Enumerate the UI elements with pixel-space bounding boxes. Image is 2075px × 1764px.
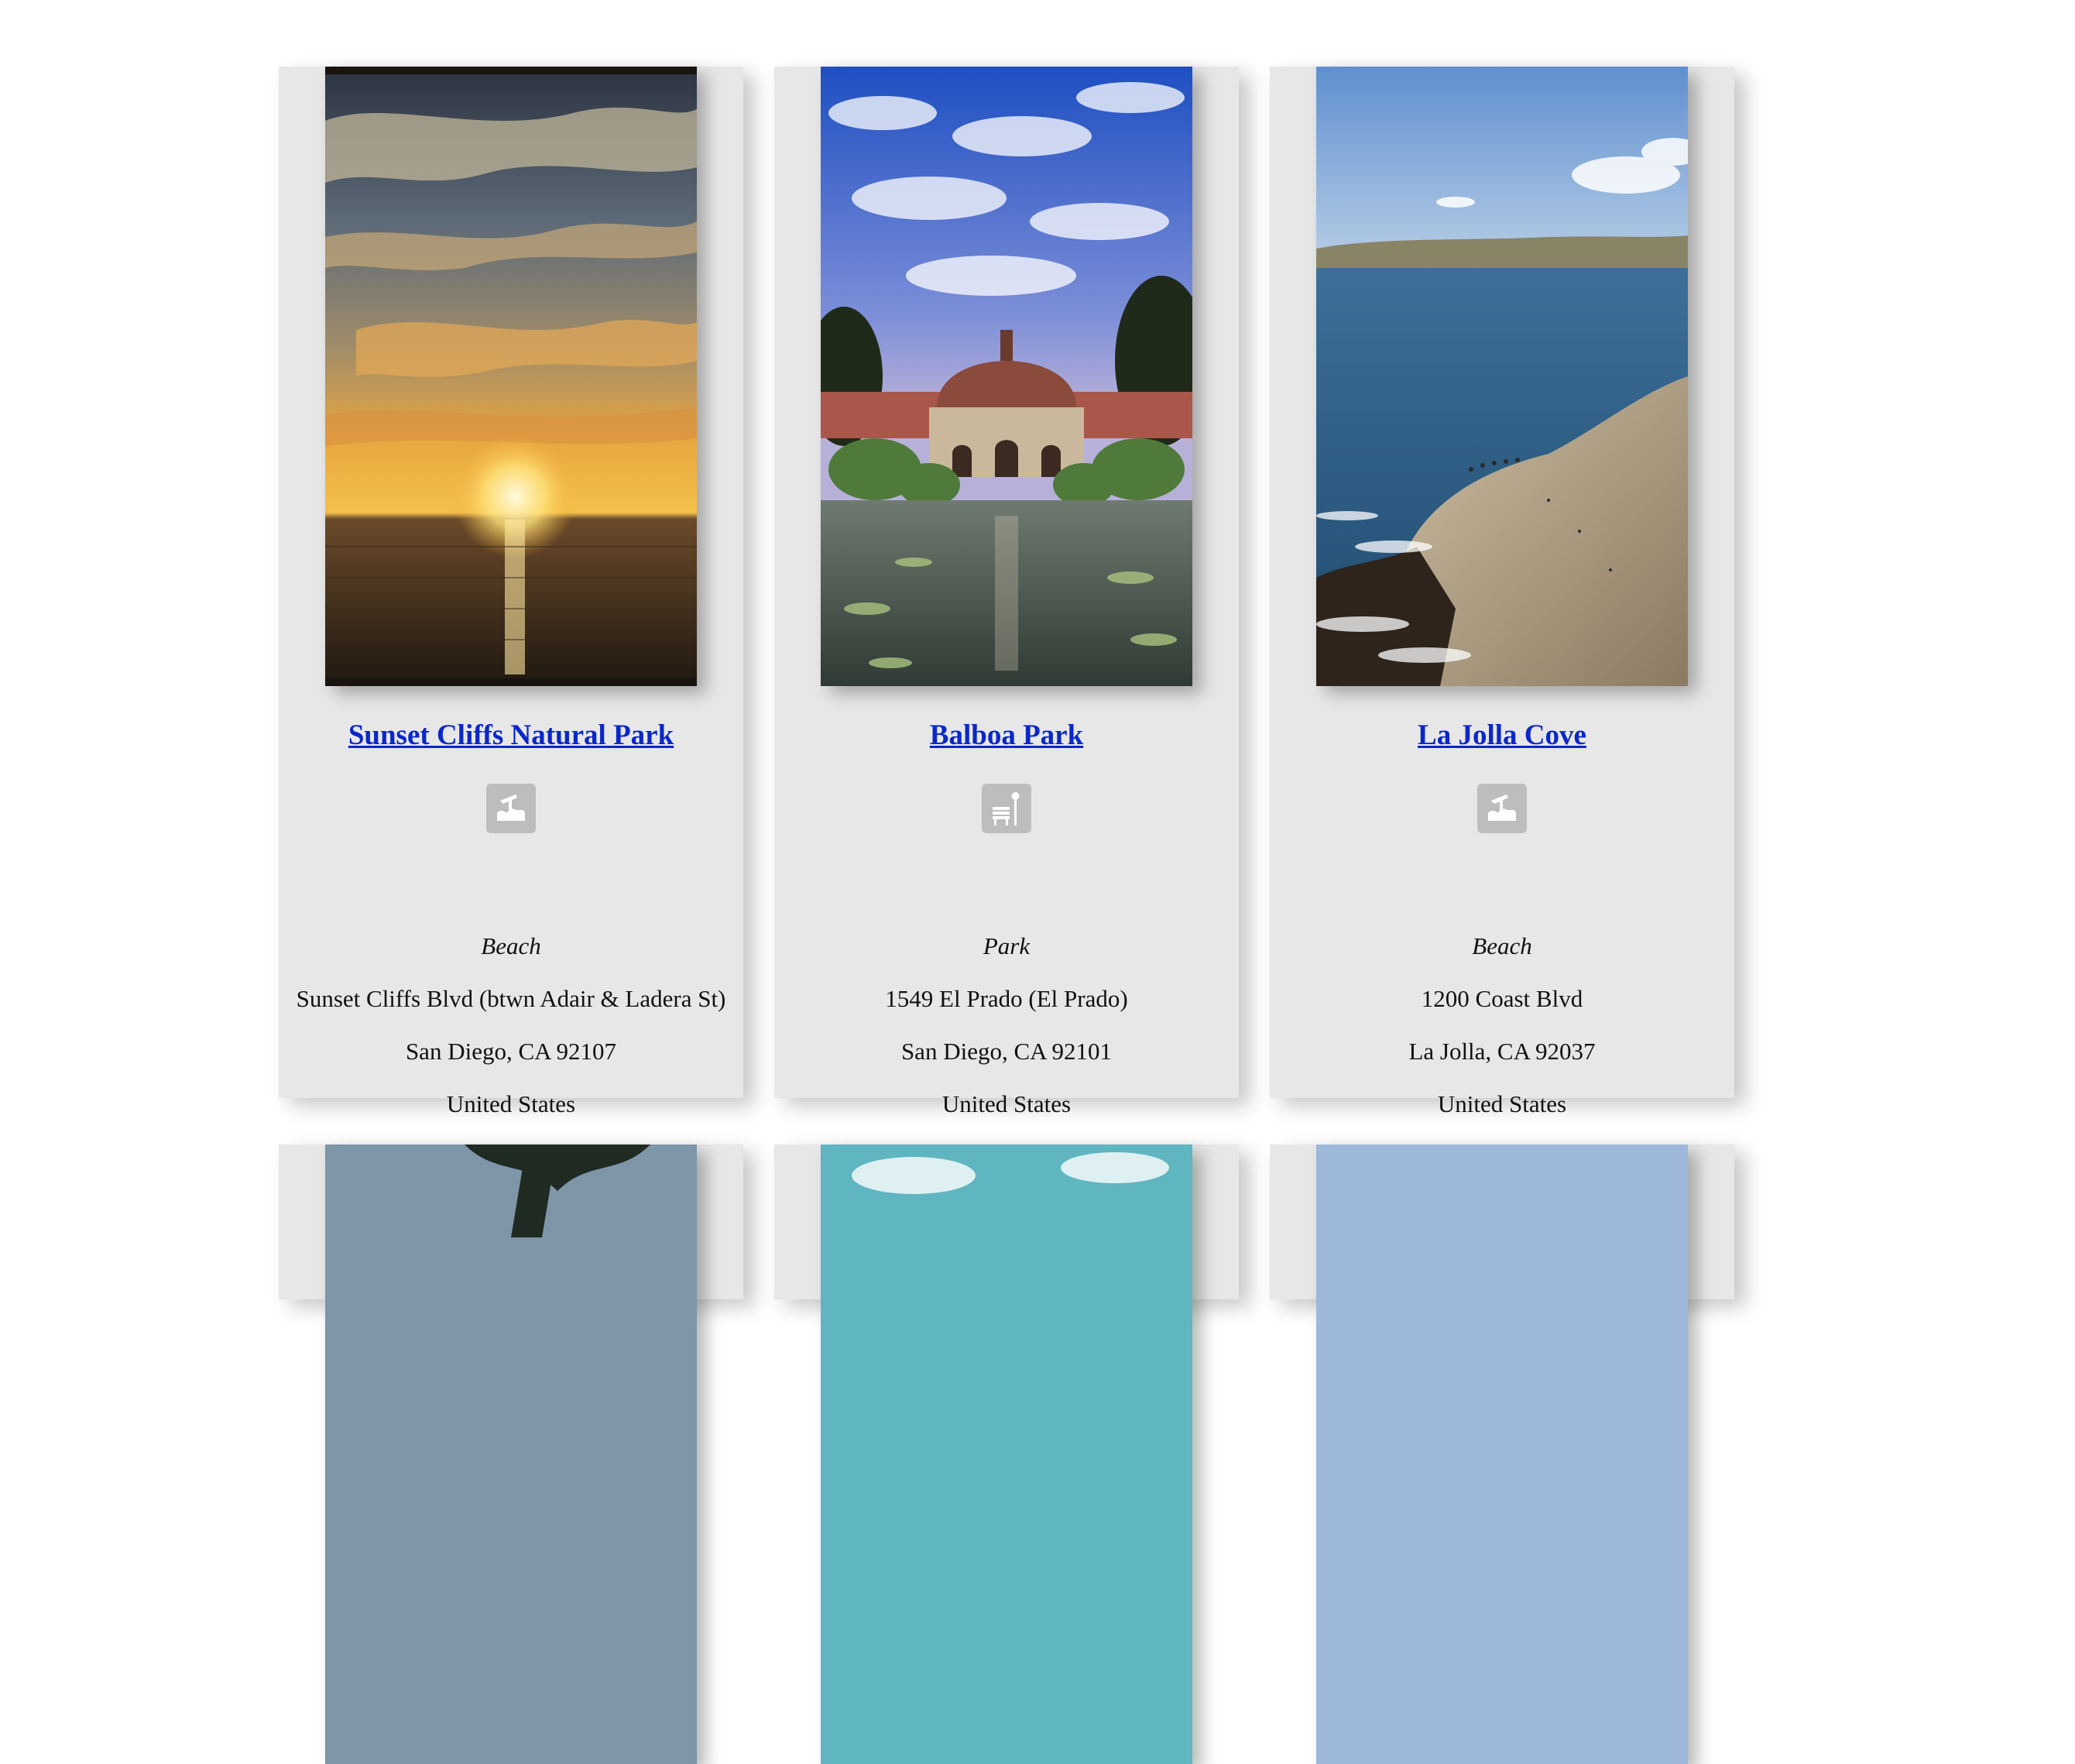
address-city: San Diego, CA 92107 xyxy=(405,1038,617,1065)
place-category: Park xyxy=(983,932,1031,959)
botanical-building-photo-image xyxy=(821,67,1192,686)
address-street: Sunset Cliffs Blvd (btwn Adair & Ladera … xyxy=(296,985,726,1012)
place-photo[interactable] xyxy=(1316,67,1688,686)
beach-icon xyxy=(1477,784,1527,833)
place-card: Balboa Park Park 1549 El Prado (El Prado… xyxy=(774,67,1239,1117)
place-name-link[interactable]: Sunset Cliffs Natural Park xyxy=(279,719,743,752)
blue-sky-photo-image xyxy=(1316,1145,1688,1764)
place-card: Sunset Cliffs Natural Park Beach Sunset … xyxy=(279,67,743,1117)
place-card xyxy=(774,1145,1239,1764)
place-photo[interactable] xyxy=(821,1145,1192,1764)
place-card: La Jolla Cove Beach 1200 Coast Blvd La J… xyxy=(1270,67,1734,1117)
address-city: San Diego, CA 92101 xyxy=(900,1038,1113,1065)
place-name-link[interactable]: Balboa Park xyxy=(774,719,1239,752)
place-photo[interactable] xyxy=(821,67,1192,686)
address-country: United States xyxy=(1437,1090,1567,1117)
address-city: La Jolla, CA 92037 xyxy=(1408,1038,1596,1065)
place-name-link[interactable]: La Jolla Cove xyxy=(1270,719,1734,752)
place-card xyxy=(279,1145,743,1764)
address-country: United States xyxy=(446,1090,576,1117)
palm-tree-photo-image xyxy=(325,1145,697,1764)
place-category: Beach xyxy=(481,932,541,959)
park-bench-icon xyxy=(982,784,1031,833)
place-photo[interactable] xyxy=(325,1145,697,1764)
address-street: 1200 Coast Blvd xyxy=(1421,985,1583,1012)
place-category: Beach xyxy=(1472,932,1532,959)
place-photo[interactable] xyxy=(325,67,697,686)
coastal-cliffs-photo-image xyxy=(1316,67,1688,686)
sunset-photo-image xyxy=(325,67,697,686)
place-card xyxy=(1270,1145,1734,1764)
place-photo[interactable] xyxy=(1316,1145,1688,1764)
address-country: United States xyxy=(941,1090,1072,1117)
address-street: 1549 El Prado (El Prado) xyxy=(885,985,1128,1012)
beach-icon xyxy=(486,784,536,833)
sky-clouds-photo-image xyxy=(821,1145,1192,1764)
